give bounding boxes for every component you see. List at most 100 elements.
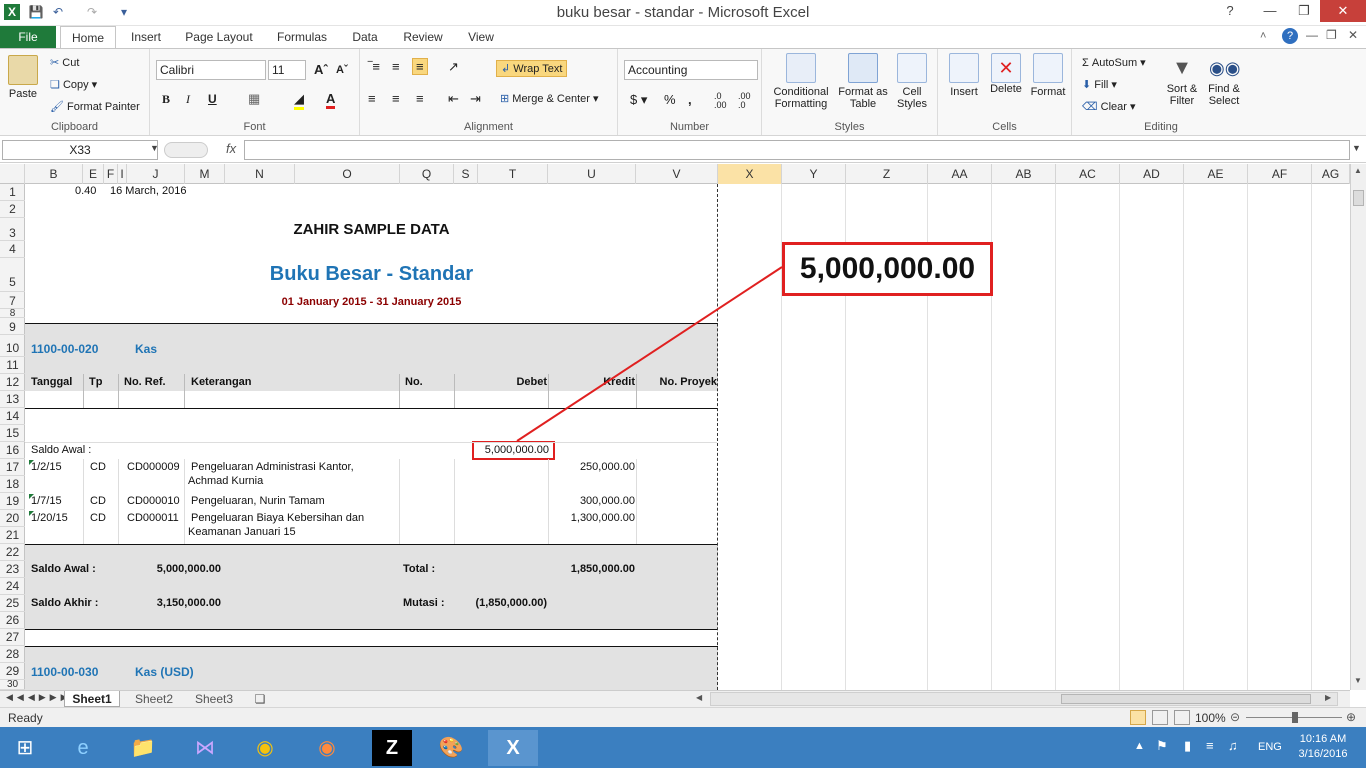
align-middle-icon[interactable]: ≡ (392, 59, 400, 74)
expand-formula-bar-icon[interactable]: ▼ (1352, 143, 1361, 153)
zoom-in-icon[interactable]: ⊕ (1346, 710, 1356, 724)
row-header[interactable]: 10 (0, 335, 25, 357)
summary-saldo-akhir[interactable]: 3,150,000.00 (125, 597, 221, 609)
file-explorer-icon[interactable]: 📁 (118, 730, 168, 766)
conditional-formatting-button[interactable]: Conditional Formatting (768, 53, 834, 110)
summary-saldo-akhir-label[interactable]: Saldo Akhir : (31, 597, 98, 609)
column-header[interactable]: S (454, 164, 478, 184)
scroll-thumb[interactable] (1353, 190, 1364, 206)
underline-icon[interactable]: U (208, 92, 217, 106)
zoom-slider-thumb[interactable] (1292, 712, 1298, 723)
account2-code[interactable]: 1100-00-030 (31, 665, 98, 679)
font-color-icon[interactable]: A (326, 91, 336, 109)
tab-view[interactable]: View (460, 26, 502, 49)
page-break-view-icon[interactable] (1174, 710, 1190, 725)
close-button[interactable]: ✕ (1320, 0, 1366, 22)
summary-mutasi[interactable]: (1,850,000.00) (455, 597, 547, 609)
increase-indent-icon[interactable]: ⇥ (470, 91, 481, 107)
column-header[interactable]: AG (1312, 164, 1350, 184)
column-header[interactable]: B (25, 164, 83, 184)
column-header[interactable]: AB (992, 164, 1056, 184)
insert-sheet-icon[interactable]: ❏ (250, 691, 270, 707)
insert-cells-button[interactable]: Insert (944, 53, 984, 98)
tab-review[interactable]: Review (398, 26, 448, 49)
row-header[interactable]: 27 (0, 629, 25, 646)
copy-button[interactable]: ❏ Copy ▾ (50, 78, 97, 91)
font-size-dropdown[interactable]: 11 (268, 60, 306, 80)
scroll-left-icon[interactable]: ◀ (696, 693, 702, 702)
row-header[interactable]: 24 (0, 578, 25, 595)
column-header[interactable]: V (636, 164, 718, 184)
clear-button[interactable]: ⌫ Clear ▾ (1082, 100, 1136, 113)
wrap-text-button[interactable]: ↲ Wrap Text (496, 60, 568, 77)
row-header[interactable]: 12 (0, 374, 25, 391)
page-layout-view-icon[interactable] (1152, 710, 1168, 725)
row-header[interactable]: 29 (0, 663, 25, 680)
summary-total-label[interactable]: Total : (403, 563, 435, 575)
row-header[interactable]: 17 (0, 459, 25, 476)
increase-decimal-icon[interactable]: .0.00 (714, 92, 727, 110)
column-header[interactable]: M (185, 164, 225, 184)
autosum-button[interactable]: Σ AutoSum ▾ (1082, 56, 1146, 69)
number-format-dropdown[interactable]: Accounting (624, 60, 758, 80)
format-cells-button[interactable]: Format (1028, 53, 1068, 98)
summary-saldo-awal[interactable]: 5,000,000.00 (125, 563, 221, 575)
align-bottom-icon[interactable]: ≡ (412, 58, 428, 75)
clock-date[interactable]: 3/16/2016 (1290, 748, 1356, 760)
column-header[interactable]: T (478, 164, 548, 184)
row-header[interactable]: 21 (0, 527, 25, 544)
row-header[interactable]: 5 (0, 258, 25, 292)
decrease-decimal-icon[interactable]: .00.0 (738, 92, 751, 110)
row-header[interactable]: 16 (0, 442, 25, 459)
worksheet-grid[interactable]: 0.40 16 March, 2016 ZAHIR SAMPLE DATA Bu… (25, 184, 1350, 690)
battery-icon[interactable]: ▮ (1184, 738, 1191, 754)
horizontal-scroll-thumb[interactable] (1061, 694, 1311, 704)
align-left-icon[interactable]: ≡ (368, 91, 376, 106)
row-header[interactable]: 3 (0, 218, 25, 241)
comma-style-icon[interactable]: , (688, 92, 692, 107)
sort-filter-button[interactable]: ▼ Sort & Filter (1162, 53, 1202, 107)
formula-input[interactable] (244, 140, 1350, 160)
align-right-icon[interactable]: ≡ (416, 91, 424, 106)
percent-icon[interactable]: % (664, 92, 676, 107)
orientation-icon[interactable]: ↗ (448, 59, 459, 75)
tab-page-layout[interactable]: Page Layout (180, 26, 258, 49)
summary-total[interactable]: 1,850,000.00 (548, 563, 635, 575)
column-header[interactable]: Q (400, 164, 454, 184)
column-header[interactable]: AF (1248, 164, 1312, 184)
row-header[interactable]: 13 (0, 391, 25, 408)
windows-start-icon[interactable]: ⊞ (0, 730, 50, 766)
column-header[interactable]: J (127, 164, 185, 184)
zahir-app-icon[interactable]: Z (372, 730, 412, 766)
column-header[interactable]: AE (1184, 164, 1248, 184)
row-header[interactable]: 7 (0, 292, 25, 309)
insert-function-icon[interactable]: fx (226, 141, 236, 156)
scroll-down-icon[interactable]: ▼ (1354, 676, 1362, 685)
fill-color-icon[interactable]: ◢ (294, 91, 304, 110)
row-header[interactable]: 8 (0, 309, 25, 319)
visual-studio-icon[interactable]: ⋈ (180, 730, 230, 766)
row-header[interactable]: 30 (0, 680, 25, 690)
sheet-tab[interactable]: Sheet3 (186, 691, 242, 707)
workbook-close-icon[interactable]: ✕ (1348, 28, 1358, 42)
row-header[interactable]: 14 (0, 408, 25, 425)
tray-expand-icon[interactable]: ▲ (1134, 740, 1145, 752)
horizontal-scrollbar[interactable] (710, 692, 1338, 706)
row-header[interactable]: 23 (0, 561, 25, 578)
format-painter-button[interactable]: 🖌 Format Painter (50, 100, 140, 113)
delete-cells-button[interactable]: ✕ Delete (986, 53, 1026, 95)
sheet-tab-active[interactable]: Sheet1 (64, 691, 120, 707)
column-header[interactable]: Y (782, 164, 846, 184)
name-box[interactable]: X33 (2, 140, 158, 160)
merge-center-button[interactable]: ⊞ Merge & Center ▾ (500, 92, 599, 105)
column-header[interactable]: N (225, 164, 295, 184)
row-header[interactable]: 1 (0, 184, 25, 201)
zoom-out-icon[interactable]: ⊝ (1230, 710, 1240, 724)
cut-button[interactable]: ✂ Cut (50, 56, 79, 69)
column-header[interactable]: E (83, 164, 104, 184)
account2-name[interactable]: Kas (USD) (135, 665, 194, 679)
column-header[interactable]: I (118, 164, 127, 184)
restore-button[interactable]: ❐ (1284, 0, 1324, 22)
help-circle-icon[interactable]: ? (1282, 28, 1298, 44)
scroll-right-icon[interactable]: ▶ (1325, 693, 1331, 702)
